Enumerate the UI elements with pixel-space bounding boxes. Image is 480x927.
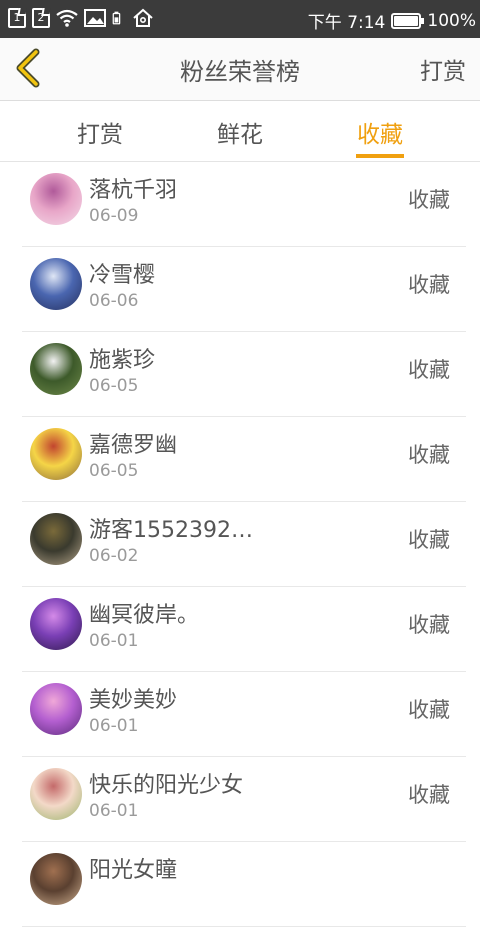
list-item[interactable]: 落杭千羽 06-09 收藏	[22, 162, 466, 247]
fan-name: 落杭千羽	[89, 178, 178, 203]
fan-name: 冷雪樱	[89, 263, 156, 288]
tab-flowers[interactable]: 鲜花	[190, 115, 290, 149]
avatar	[30, 853, 82, 905]
fan-date: 06-05	[89, 461, 139, 481]
list-item[interactable]: 美妙美妙 06-01 收藏	[22, 672, 466, 757]
fan-action: 收藏	[408, 613, 450, 637]
status-icons-left: 1 2	[8, 8, 154, 28]
sim1-icon: 1	[8, 8, 26, 28]
fan-date: 06-06	[89, 291, 139, 311]
app-header: 粉丝荣誉榜 打赏	[0, 38, 480, 101]
fan-date: 06-01	[89, 801, 139, 821]
fan-date: 06-02	[89, 546, 139, 566]
fan-name: 美妙美妙	[89, 688, 178, 713]
fan-action: 收藏	[408, 443, 450, 467]
list-item[interactable]: 快乐的阳光少女 06-01 收藏	[22, 757, 466, 842]
avatar	[30, 258, 82, 310]
wifi-icon	[56, 9, 78, 27]
fan-name: 嘉德罗幽	[89, 433, 178, 458]
fan-action: 收藏	[408, 528, 450, 552]
fan-name: 游客1552392…	[89, 518, 253, 543]
tab-reward[interactable]: 打赏	[50, 115, 150, 149]
status-icons-right: 下午 7:14 100%	[307, 8, 476, 34]
fan-date: 06-09	[89, 206, 139, 226]
clock: 下午 7:14	[307, 13, 386, 33]
battery-percent: 100%	[427, 10, 476, 31]
fan-date: 06-01	[89, 716, 139, 736]
battery-small-icon	[112, 11, 121, 25]
reward-button[interactable]: 打赏	[420, 52, 466, 86]
avatar	[30, 428, 82, 480]
avatar	[30, 598, 82, 650]
list-item[interactable]: 阳光女瞳	[22, 842, 466, 927]
avatar	[30, 173, 82, 225]
fan-action: 收藏	[408, 783, 450, 807]
avatar	[30, 513, 82, 565]
sim2-icon: 2	[32, 8, 50, 28]
battery-icon	[391, 12, 425, 29]
fan-action: 收藏	[408, 358, 450, 382]
tab-favorites[interactable]: 收藏	[330, 115, 430, 149]
fan-date: 06-01	[89, 631, 139, 651]
list-item[interactable]: 嘉德罗幽 06-05 收藏	[22, 417, 466, 502]
list-item[interactable]: 幽冥彼岸。 06-01 收藏	[22, 587, 466, 672]
avatar	[30, 343, 82, 395]
list-item[interactable]: 施紫珍 06-05 收藏	[22, 332, 466, 417]
fan-name: 施紫珍	[89, 348, 156, 373]
home-icon	[133, 8, 153, 27]
fan-date: 06-05	[89, 376, 139, 396]
fan-action: 收藏	[408, 273, 450, 297]
fan-list: 落杭千羽 06-09 收藏 冷雪樱 06-06 收藏 施紫珍 06-05 收藏 …	[0, 162, 480, 927]
tab-bar: 打赏 鲜花 收藏	[0, 101, 480, 162]
fan-name: 快乐的阳光少女	[89, 773, 244, 798]
list-item[interactable]: 游客1552392… 06-02 收藏	[22, 502, 466, 587]
active-tab-indicator	[356, 154, 404, 158]
fan-action: 收藏	[408, 188, 450, 212]
image-icon	[84, 9, 106, 27]
list-item[interactable]: 冷雪樱 06-06 收藏	[22, 247, 466, 332]
page-title: 粉丝荣誉榜	[180, 58, 300, 86]
avatar	[30, 683, 82, 735]
fan-name: 幽冥彼岸。	[89, 603, 200, 628]
fan-name: 阳光女瞳	[89, 858, 178, 883]
fan-action: 收藏	[408, 698, 450, 722]
avatar	[30, 768, 82, 820]
status-bar: 1 2 下午 7:14 100%	[0, 0, 480, 38]
